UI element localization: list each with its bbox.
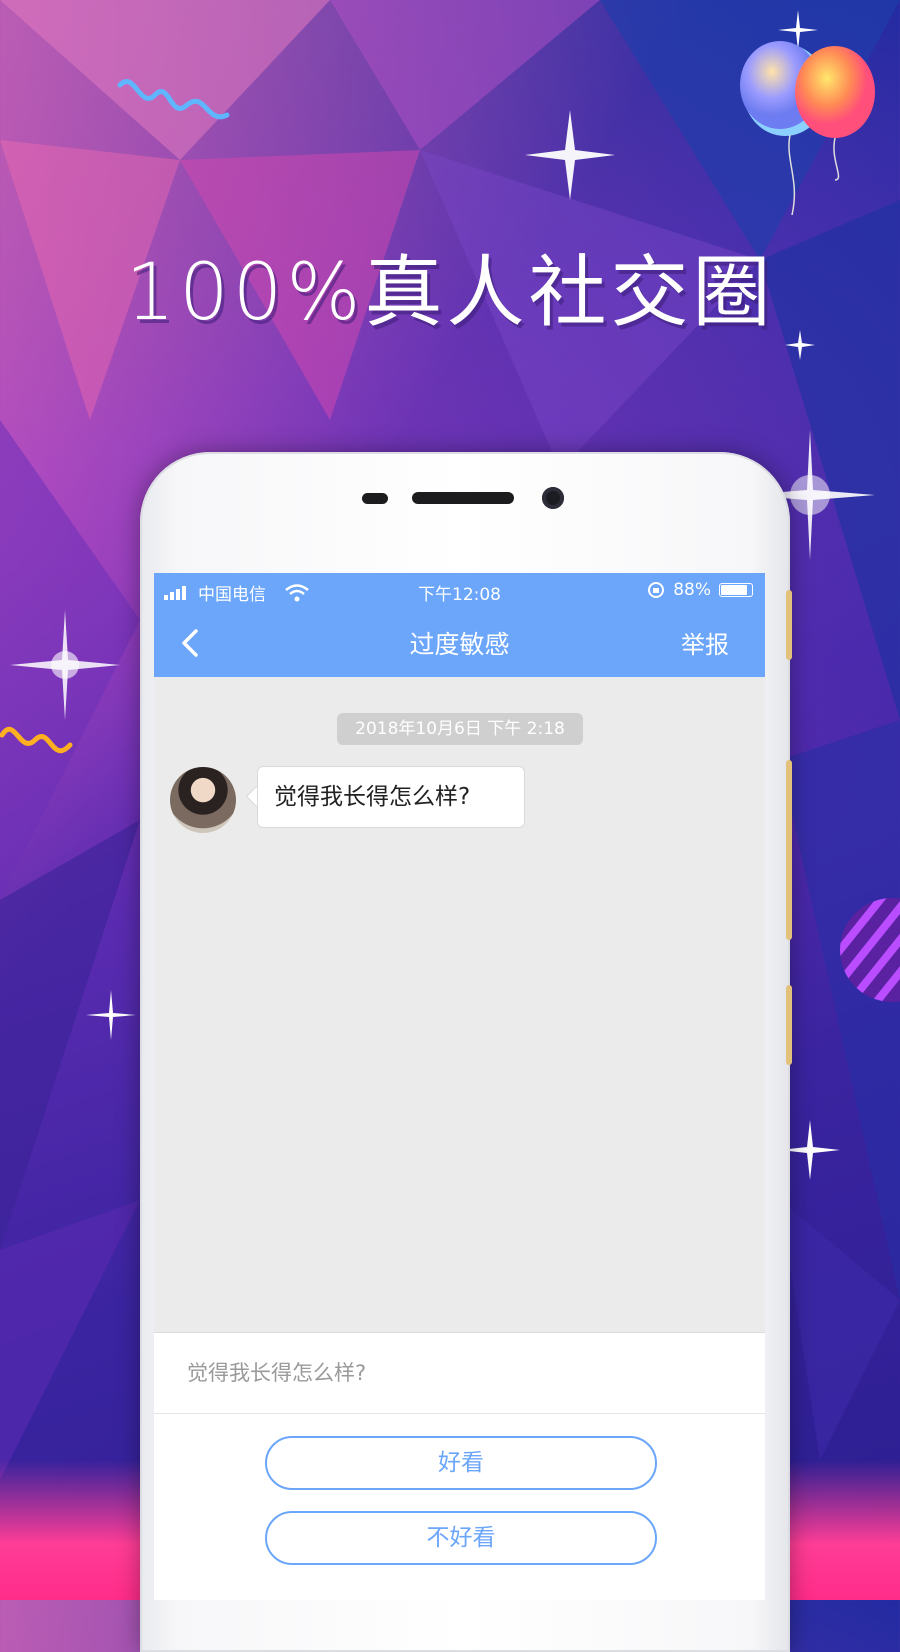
sparkle-icon — [86, 990, 136, 1040]
phone-sensor — [362, 493, 388, 504]
chat-title: 过度敏感 — [409, 630, 510, 659]
phone-speaker — [412, 492, 514, 504]
message-timestamp: 2018年10月6日 下午 2:18 — [337, 713, 583, 745]
avatar[interactable] — [170, 767, 236, 833]
phone-volume-button — [786, 760, 792, 940]
orientation-lock-icon — [648, 582, 665, 598]
balloons-illustration — [740, 41, 875, 216]
option-button-good-looking[interactable]: 好看 — [265, 1436, 657, 1490]
option-button-not-good-looking[interactable]: 不好看 — [265, 1511, 657, 1565]
striped-ball-decoration — [840, 898, 900, 1002]
squiggle-decoration-top — [117, 79, 230, 120]
nav-bar: 过度敏感 举报 — [154, 607, 765, 677]
report-button[interactable]: 举报 — [681, 625, 729, 660]
status-bar: 中国电信 下午12:08 88% — [154, 573, 765, 607]
phone-power-button — [786, 985, 792, 1065]
squiggle-decoration-left — [0, 726, 73, 754]
reply-prompt: 觉得我长得怎么样? — [187, 1361, 367, 1385]
phone-volume-button — [786, 590, 792, 660]
phone-front-camera — [542, 487, 564, 509]
message-bubble: 觉得我长得怎么样? — [257, 766, 525, 828]
headline: 100%真人社交圈 — [125, 248, 775, 338]
divider — [154, 1413, 765, 1414]
sparkle-icon — [10, 610, 120, 720]
phone-screen: 中国电信 下午12:08 88% 过度敏感 举报 2018年10月6日 下午 2… — [154, 573, 765, 1600]
battery-icon — [719, 583, 753, 597]
sparkle-icon — [525, 110, 615, 200]
reply-panel: 觉得我长得怎么样? 好看 不好看 — [154, 1332, 765, 1600]
battery-percent: 88% — [673, 580, 711, 600]
